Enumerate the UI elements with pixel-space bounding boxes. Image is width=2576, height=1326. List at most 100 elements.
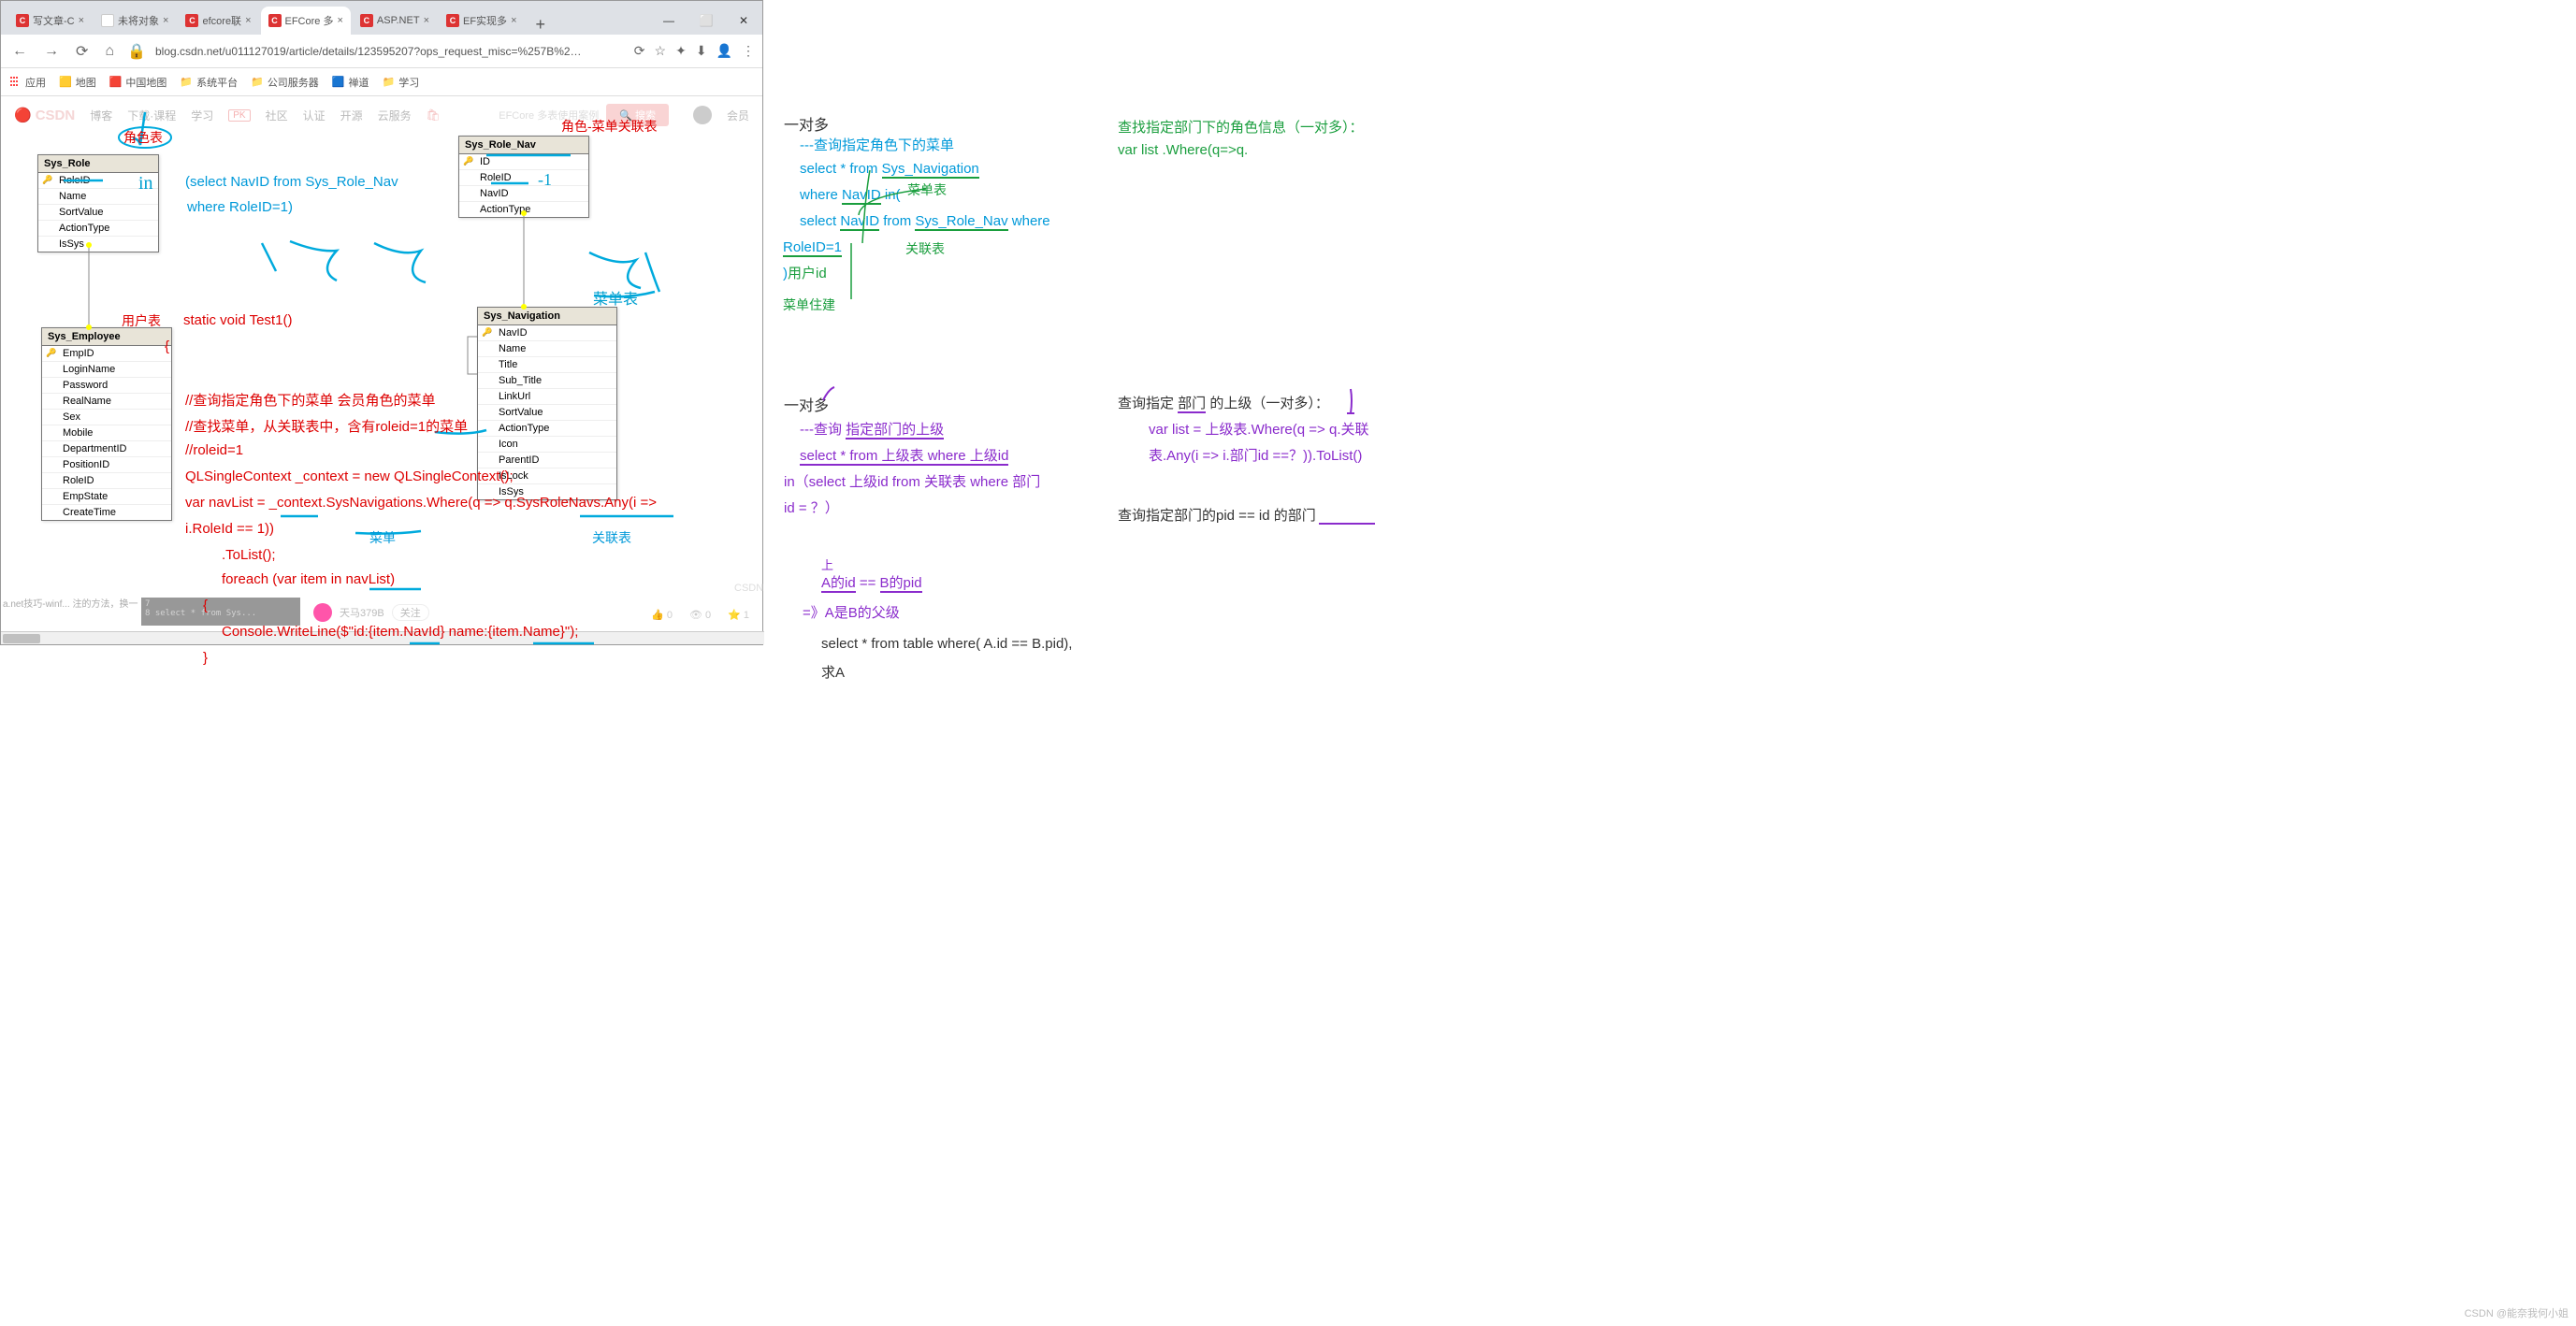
tab-1[interactable]: 未将对象× — [94, 7, 176, 35]
star-icon[interactable]: ☆ — [655, 43, 667, 59]
r1-l2: select * from Sys_Navigation — [800, 161, 979, 177]
nav-link[interactable]: 学习 — [191, 108, 213, 123]
nav-link[interactable]: 下载·课程 — [127, 108, 176, 123]
r4-l4: 查询指定部门的pid == id 的部门 — [1118, 505, 1316, 525]
back-button[interactable]: ← — [8, 43, 31, 60]
translate-icon[interactable]: ⟳ — [634, 43, 645, 59]
new-tab-button[interactable]: + — [527, 15, 556, 35]
tab-2[interactable]: Cefcore联× — [178, 7, 258, 35]
author-name[interactable]: 天马379B — [340, 605, 384, 620]
bookmark-item[interactable]: 📁学习 — [383, 75, 420, 90]
code-line5: foreach (var item in navList) — [222, 571, 395, 587]
nav-link[interactable]: 开源 — [340, 108, 363, 123]
favicon: C — [268, 14, 282, 27]
tab-title: efcore联 — [202, 13, 241, 28]
nav-link[interactable]: 云服务 — [378, 108, 412, 123]
post-stats: 👍 0 👁 0 ⭐ 1 — [651, 609, 749, 621]
menu-icon[interactable]: ⋮ — [742, 43, 755, 59]
column: RoleID — [459, 170, 588, 186]
tab-3-active[interactable]: CEFCore 多× — [261, 7, 351, 35]
r1-menu-key: 菜单住建 — [783, 295, 835, 314]
code-cmt3: //roleid=1 — [185, 442, 243, 458]
forward-button[interactable]: → — [40, 43, 63, 60]
column: Title — [478, 357, 616, 373]
maximize-button[interactable]: ⬜ — [687, 7, 725, 35]
favicon: C — [16, 14, 29, 27]
bookmark-item[interactable]: 📁公司服务器 — [251, 75, 319, 90]
profile-icon[interactable]: 👤 — [716, 43, 732, 59]
reload-button[interactable]: ⟳ — [72, 42, 92, 61]
csdn-logo[interactable]: 🔴CSDN — [14, 107, 75, 123]
table-header: Sys_Role_Nav — [459, 137, 588, 154]
r4-l3: 表.Any(i => i.部门id ==？)).ToList() — [1149, 445, 1362, 465]
r3-l4: id = ？） — [784, 497, 839, 517]
bookmark-item[interactable]: 🟨地图 — [59, 75, 96, 90]
anno-in: in — [138, 173, 153, 195]
favicon: C — [446, 14, 459, 27]
close-icon[interactable]: × — [163, 15, 168, 26]
purple-underline — [1319, 520, 1384, 529]
apps-button[interactable]: 应用 — [10, 75, 46, 90]
r1-menu-label: 菜单表 — [907, 180, 947, 199]
table-sys-role: Sys_Role RoleID Name SortValue ActionTyp… — [37, 154, 159, 252]
heading-one-many: 一对多 — [784, 112, 829, 135]
code-brace-close: } — [203, 650, 208, 666]
anno-dash1: -1 — [538, 170, 552, 190]
author-avatar[interactable] — [313, 603, 332, 622]
code-line6: Console.WriteLine($"id:{item.NavId} name… — [222, 624, 578, 640]
r1-l1: ---查询指定角色下的菜单 — [800, 135, 954, 154]
close-icon[interactable]: × — [245, 15, 251, 26]
column: IsSys — [38, 237, 158, 252]
column: PositionID — [42, 457, 171, 473]
tab-title: EF实现多 — [463, 13, 507, 28]
code-line2: var navList = _context.SysNavigations.Wh… — [185, 495, 657, 511]
close-icon[interactable]: × — [79, 15, 84, 26]
r3-eq2: =》A是B的父级 — [803, 602, 900, 622]
bookmark-item[interactable]: 📁系统平台 — [180, 75, 238, 90]
code-line3: i.RoleId == 1)) — [185, 521, 274, 537]
r4-l1: 查询指定 部门 的上级（一对多）： — [1118, 393, 1329, 412]
tab-title: 写文章-C — [33, 13, 75, 28]
column: Icon — [478, 437, 616, 453]
column: SortValue — [38, 205, 158, 221]
scroll-thumb[interactable] — [3, 634, 40, 643]
avatar[interactable] — [693, 106, 712, 124]
like-count[interactable]: 👍 0 — [651, 609, 673, 621]
minimize-button[interactable]: — — [650, 7, 687, 35]
r3-up: 上 — [821, 555, 833, 573]
r2-l2: var list .Where(q=>q. — [1118, 142, 1248, 158]
tab-5[interactable]: C EF实现多 × — [439, 7, 525, 35]
nav-link[interactable]: 认证 — [303, 108, 326, 123]
column: RoleID — [42, 473, 171, 489]
close-icon[interactable]: × — [337, 15, 342, 26]
bookmark-item[interactable]: 🟥中国地图 — [109, 75, 167, 90]
pk-badge[interactable]: PK — [228, 109, 250, 122]
favicon — [101, 14, 114, 27]
nav-link[interactable]: 博客 — [90, 108, 112, 123]
star-count[interactable]: ⭐ 1 — [728, 609, 749, 621]
purple-stroke-2 — [1345, 387, 1364, 419]
leftover-text: a.net技巧-winf... 注的方法，换一 — [3, 596, 137, 610]
column: SortValue — [478, 405, 616, 421]
extension-icon[interactable]: ✦ — [675, 43, 687, 59]
follow-button[interactable]: 关注 — [392, 604, 429, 621]
r1-rel-label: 关联表 — [905, 239, 945, 258]
column: Password — [42, 378, 171, 394]
close-icon[interactable]: × — [511, 15, 516, 26]
close-window-button[interactable]: ✕ — [725, 7, 762, 35]
close-icon[interactable]: × — [424, 15, 429, 26]
download-icon[interactable]: ⬇ — [696, 43, 707, 59]
nav-link[interactable]: 社区 — [266, 108, 288, 123]
r1-l3: where NavID in( — [800, 187, 901, 203]
tab-strip: C 写文章-C × 未将对象× Cefcore联 × CEFCore 多× CASP.… — [1, 1, 762, 35]
column: EmpID — [42, 346, 171, 362]
tab-0[interactable]: C 写文章-C × — [8, 7, 92, 35]
tab-4[interactable]: CASP.NET× — [353, 7, 437, 35]
column: NavID — [459, 186, 588, 202]
url-text[interactable]: blog.csdn.net/u011127019/article/details… — [155, 45, 625, 58]
member-link[interactable]: 会员 — [727, 108, 749, 123]
home-button[interactable]: ⌂ — [101, 43, 118, 60]
table-header: Sys_Employee — [42, 328, 171, 346]
bookmark-item[interactable]: 🟦禅道 — [332, 75, 369, 90]
code-line4: .ToList(); — [222, 547, 276, 563]
